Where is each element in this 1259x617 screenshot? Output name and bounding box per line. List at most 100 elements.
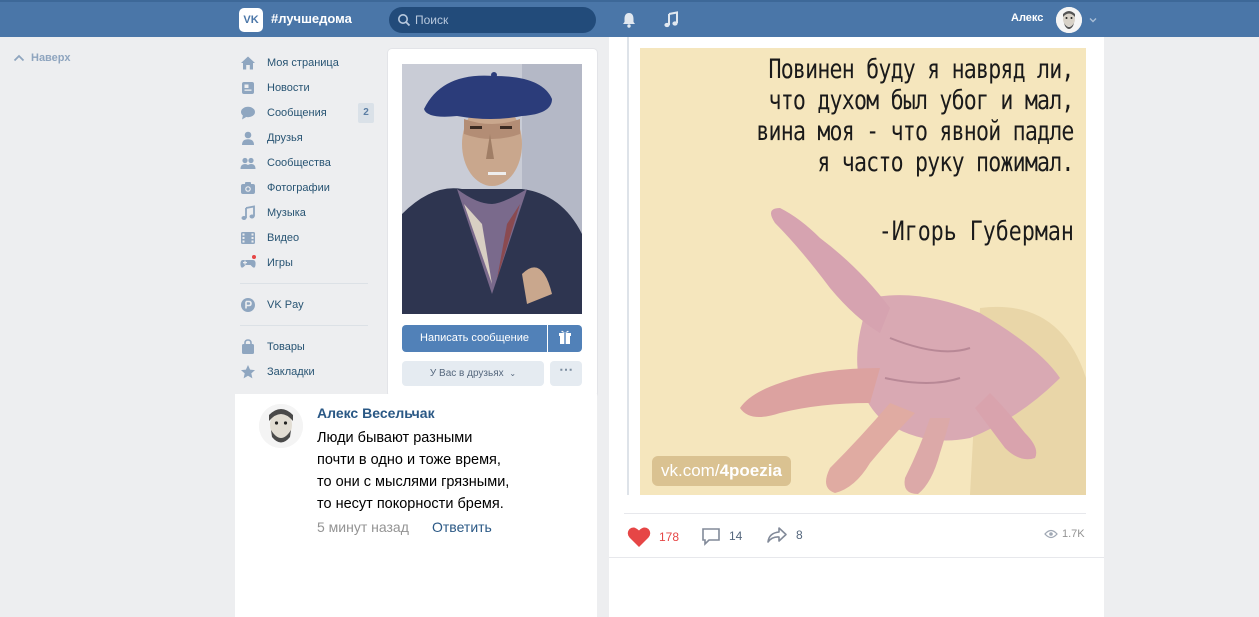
menu-label: Товары — [267, 340, 305, 353]
comment-icon — [702, 528, 720, 546]
menu-label: Новости — [267, 81, 310, 94]
user-name[interactable]: Алекс — [1011, 12, 1043, 24]
friends-icon — [242, 131, 254, 145]
in-friends-label: У Вас в друзьях — [429, 368, 504, 379]
menu-item-music[interactable]: Музыка — [238, 200, 378, 225]
video-icon — [241, 231, 255, 244]
menu-divider — [240, 325, 368, 326]
menu-label: Друзья — [267, 131, 303, 144]
menu-label: Видео — [267, 231, 300, 244]
menu-item-games[interactable]: Игры — [238, 250, 378, 275]
menu-item-messages[interactable]: Сообщения 2 — [238, 100, 378, 125]
messages-count-badge: 2 — [358, 103, 374, 123]
news-icon — [242, 81, 254, 94]
vk-logo[interactable]: VK — [239, 8, 263, 32]
watermark-prefix: vk.com/ — [661, 461, 720, 480]
comment-line: почти в одно и тоже время, — [317, 452, 501, 468]
menu-item-vkpay[interactable]: VK Pay — [238, 292, 378, 317]
profile-card: Написать сообщение У Вас в друзьях ⌄ ⋯ — [388, 49, 597, 397]
bell-icon[interactable] — [620, 11, 638, 29]
post-footer-divider — [609, 557, 1104, 558]
views-counter: 1.7K — [1044, 528, 1085, 540]
menu-label: Сообщения — [267, 106, 327, 119]
in-friends-button[interactable]: У Вас в друзьях ⌄ — [402, 361, 544, 386]
comment-block: Алекс Весельчак Люди бывают разными почт… — [235, 394, 597, 617]
menu-item-photos[interactable]: Фотографии — [238, 175, 378, 200]
share-icon — [767, 527, 787, 543]
menu-label: Музыка — [267, 206, 306, 219]
music-icon — [241, 204, 255, 220]
messages-icon — [241, 106, 255, 119]
menu-label: Игры — [267, 256, 293, 269]
chevron-down-icon: ⌄ — [509, 369, 517, 378]
like-button[interactable]: 178 — [627, 526, 679, 548]
comment-text: Люди бывают разными почти в одно и тоже … — [317, 427, 587, 515]
poem-author: -Игорь Губерман — [878, 216, 1074, 247]
poem-line: я часто руку пожимал. — [817, 147, 1075, 178]
poem-line: вина моя - что явной падле — [756, 116, 1075, 147]
comment-timestamp[interactable]: 5 минут назад — [317, 519, 409, 535]
menu-item-bookmarks[interactable]: Закладки — [238, 359, 378, 384]
heart-icon — [627, 527, 651, 547]
post-divider — [624, 513, 1086, 514]
profile-photo[interactable] — [402, 64, 582, 314]
star-icon — [241, 364, 255, 378]
chevron-up-icon — [13, 54, 25, 62]
avatar[interactable] — [1056, 7, 1082, 33]
likes-count: 178 — [659, 530, 680, 544]
poem-line: что духом был убог и мал, — [768, 85, 1075, 116]
gift-icon — [559, 330, 571, 344]
back-to-top-label: Наверх — [31, 52, 71, 64]
menu-divider — [240, 283, 368, 284]
comment-line: Люди бывают разными — [317, 430, 473, 446]
menu-label: Фотографии — [267, 181, 330, 194]
menu-item-goods[interactable]: Товары — [238, 334, 378, 359]
menu-item-communities[interactable]: Сообщества — [238, 150, 378, 175]
poem-line: Повинен буду я навряд ли, — [768, 54, 1075, 85]
music-note-icon[interactable] — [662, 11, 680, 29]
camera-icon — [241, 181, 255, 194]
comments-button[interactable]: 14 — [701, 526, 742, 546]
left-menu: Моя страница Новости Сообщения 2 Друзья … — [238, 50, 378, 384]
vkpay-icon — [241, 297, 255, 312]
search-input[interactable] — [415, 7, 590, 33]
back-to-top-link[interactable]: Наверх — [13, 52, 71, 64]
more-actions-button[interactable]: ⋯ — [550, 361, 582, 386]
post-image[interactable]: Повинен буду я навряд ли, что духом был … — [640, 48, 1086, 495]
write-message-button[interactable]: Написать сообщение — [402, 325, 547, 352]
search-icon — [398, 14, 411, 27]
menu-label: VK Pay — [267, 298, 304, 311]
comment-line: то они с мыслями грязными, — [317, 474, 510, 490]
search-box[interactable] — [389, 7, 596, 33]
views-count: 1.7K — [1062, 528, 1085, 540]
wall-post: Повинен буду я навряд ли, что духом был … — [609, 37, 1104, 617]
repost-indent-bar — [627, 37, 629, 495]
notification-dot — [251, 254, 257, 260]
menu-item-my-page[interactable]: Моя страница — [238, 50, 378, 75]
home-icon — [241, 56, 255, 69]
menu-label: Сообщества — [267, 156, 331, 169]
comment-author-avatar[interactable] — [259, 404, 303, 448]
menu-label: Моя страница — [267, 56, 339, 69]
reply-link[interactable]: Ответить — [432, 519, 492, 535]
menu-item-news[interactable]: Новости — [238, 75, 378, 100]
comments-count: 14 — [729, 529, 743, 543]
bag-icon — [242, 338, 254, 354]
menu-label: Закладки — [267, 365, 315, 378]
share-button[interactable]: 8 — [766, 526, 803, 544]
menu-item-friends[interactable]: Друзья — [238, 125, 378, 150]
more-dots-icon: ⋯ — [559, 361, 573, 377]
gift-button[interactable] — [548, 325, 582, 352]
comment-line: то несут покорности бремя. — [317, 496, 504, 512]
shares-count: 8 — [796, 528, 803, 542]
eye-icon — [1044, 529, 1058, 539]
chevron-down-icon[interactable] — [1088, 15, 1098, 25]
poem-text: Повинен буду я навряд ли, что духом был … — [756, 54, 1075, 178]
image-watermark: vk.com/4poezia — [652, 456, 791, 486]
menu-item-video[interactable]: Видео — [238, 225, 378, 250]
site-title[interactable]: #лучшедома — [271, 11, 352, 26]
communities-icon — [240, 157, 256, 169]
comment-author-name[interactable]: Алекс Весельчак — [317, 405, 435, 421]
top-header: VK #лучшедома Алекс — [0, 0, 1259, 37]
watermark-name: 4poezia — [719, 461, 782, 480]
